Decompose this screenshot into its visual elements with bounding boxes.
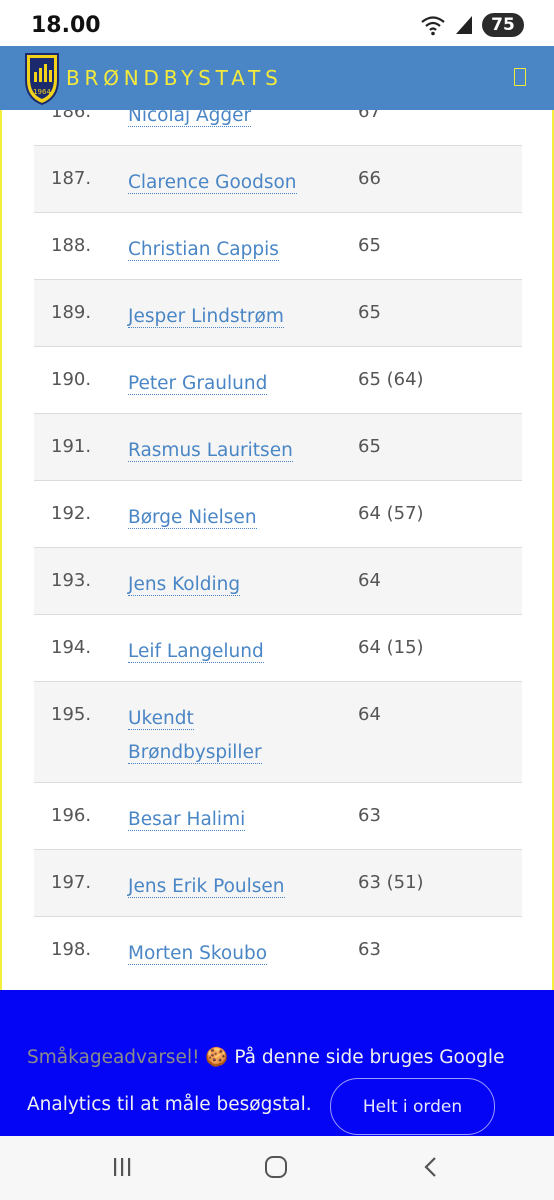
rank-cell: 188. bbox=[51, 235, 92, 256]
rank-cell: 198. bbox=[51, 939, 92, 960]
player-name-cell: Jens Erik Poulsen bbox=[128, 870, 328, 904]
table-row: 196. Besar Halimi 63 bbox=[34, 782, 522, 849]
player-name-link[interactable]: Brøndbyspiller bbox=[128, 742, 262, 764]
table-row: 197. Jens Erik Poulsen 63 (51) bbox=[34, 849, 522, 916]
player-name-cell: Jesper Lindstrøm bbox=[128, 300, 328, 334]
player-name-link[interactable]: Rasmus Lauritsen bbox=[128, 440, 293, 462]
menu-icon[interactable] bbox=[514, 68, 526, 86]
matches-cell: 65 (64) bbox=[358, 369, 424, 390]
player-name-link[interactable]: Christian Cappis bbox=[128, 239, 279, 261]
recent-apps-icon[interactable] bbox=[112, 1156, 132, 1178]
player-name-cell: Besar Halimi bbox=[128, 803, 328, 837]
player-name-link[interactable]: Ukendt bbox=[128, 708, 194, 730]
player-name-link[interactable]: Peter Graulund bbox=[128, 373, 268, 395]
cookie-banner: Småkageadvarsel! 🍪 På denne side bruges … bbox=[0, 990, 554, 1136]
player-name-link[interactable]: Besar Halimi bbox=[128, 809, 246, 831]
player-name-cell: Christian Cappis bbox=[128, 233, 328, 267]
system-nav-bar bbox=[0, 1136, 554, 1200]
rank-cell: 196. bbox=[51, 805, 92, 826]
player-name-cell: Ukendt Brøndbyspiller bbox=[128, 702, 328, 770]
player-name-link[interactable]: Jesper Lindstrøm bbox=[128, 306, 284, 328]
app-header: 1964 BRØNDBYSTATS bbox=[0, 46, 554, 110]
player-name-cell: Leif Langelund bbox=[128, 635, 328, 669]
player-name-link[interactable]: Jens Erik Poulsen bbox=[128, 876, 285, 898]
matches-cell: 65 bbox=[358, 235, 381, 256]
matches-cell: 63 bbox=[358, 805, 381, 826]
status-icons: 75 bbox=[420, 13, 524, 37]
rank-cell: 194. bbox=[51, 637, 92, 658]
matches-cell: 65 bbox=[358, 436, 381, 457]
player-name-link[interactable]: Leif Langelund bbox=[128, 641, 264, 663]
rank-cell: 187. bbox=[51, 168, 92, 189]
table-row: 194. Leif Langelund 64 (15) bbox=[34, 614, 522, 681]
logo-year: 1964 bbox=[33, 88, 51, 96]
player-name-link[interactable]: Nicolaj Agger bbox=[128, 110, 252, 127]
player-name-link[interactable]: Clarence Goodson bbox=[128, 172, 297, 194]
signal-icon bbox=[456, 16, 472, 34]
back-icon[interactable] bbox=[420, 1156, 442, 1178]
brondby-logo[interactable]: 1964 bbox=[22, 50, 62, 106]
player-name-link[interactable]: Jens Kolding bbox=[128, 574, 241, 596]
matches-cell: 66 bbox=[358, 168, 381, 189]
rank-cell: 195. bbox=[51, 704, 92, 725]
matches-cell: 63 (51) bbox=[358, 872, 424, 893]
player-name-cell: Morten Skoubo bbox=[128, 937, 328, 971]
rank-cell: 190. bbox=[51, 369, 92, 390]
player-name-cell: Peter Graulund bbox=[128, 367, 328, 401]
table-row: 190. Peter Graulund 65 (64) bbox=[34, 346, 522, 413]
status-time: 18.00 bbox=[31, 13, 101, 38]
player-name-cell: Nicolaj Agger bbox=[128, 110, 328, 133]
wifi-icon bbox=[421, 16, 445, 36]
rank-cell: 192. bbox=[51, 503, 92, 524]
matches-cell: 63 bbox=[358, 939, 381, 960]
rank-cell: 186. bbox=[51, 110, 92, 122]
cookie-title: Småkageadvarsel! bbox=[27, 1047, 200, 1068]
table-row: 193. Jens Kolding 64 bbox=[34, 547, 522, 614]
table-row: 188. Christian Cappis 65 bbox=[34, 212, 522, 279]
player-name-link[interactable]: Morten Skoubo bbox=[128, 943, 268, 965]
matches-cell: 64 (15) bbox=[358, 637, 424, 658]
rank-cell: 191. bbox=[51, 436, 92, 457]
brand-title[interactable]: BRØNDBYSTATS bbox=[66, 66, 283, 90]
rank-cell: 193. bbox=[51, 570, 92, 591]
table-row: 195. Ukendt Brøndbyspiller 64 bbox=[34, 681, 522, 782]
matches-cell: 64 (57) bbox=[358, 503, 424, 524]
player-name-cell: Clarence Goodson bbox=[128, 166, 328, 200]
matches-cell: 64 bbox=[358, 570, 381, 591]
player-name-link[interactable]: Børge Nielsen bbox=[128, 507, 257, 529]
player-name-cell: Rasmus Lauritsen bbox=[128, 434, 328, 468]
table-row: 191. Rasmus Lauritsen 65 bbox=[34, 413, 522, 480]
table-row: 198. Morten Skoubo 63 bbox=[34, 916, 522, 983]
player-name-cell: Børge Nielsen bbox=[128, 501, 328, 535]
player-table: 186. Nicolaj Agger 67 187. Clarence Goodson 6… bbox=[34, 110, 522, 983]
home-icon[interactable] bbox=[265, 1156, 287, 1178]
table-row: 189. Jesper Lindstrøm 65 bbox=[34, 279, 522, 346]
matches-cell: 65 bbox=[358, 302, 381, 323]
accept-cookies-button[interactable]: Helt i orden bbox=[330, 1078, 495, 1135]
table-row: 187. Clarence Goodson 66 bbox=[34, 145, 522, 212]
rank-cell: 189. bbox=[51, 302, 92, 323]
status-bar: 18.00 75 bbox=[0, 0, 554, 46]
table-row: 186. Nicolaj Agger 67 bbox=[34, 110, 522, 145]
matches-cell: 64 bbox=[358, 704, 381, 725]
player-list-content[interactable]: 186. Nicolaj Agger 67 187. Clarence Goodson 6… bbox=[0, 110, 554, 990]
battery-icon: 75 bbox=[482, 13, 524, 37]
table-row: 192. Børge Nielsen 64 (57) bbox=[34, 480, 522, 547]
cookie-emoji: 🍪 bbox=[205, 1047, 229, 1068]
rank-cell: 197. bbox=[51, 872, 92, 893]
player-name-cell: Jens Kolding bbox=[128, 568, 328, 602]
matches-cell: 67 bbox=[358, 110, 381, 122]
